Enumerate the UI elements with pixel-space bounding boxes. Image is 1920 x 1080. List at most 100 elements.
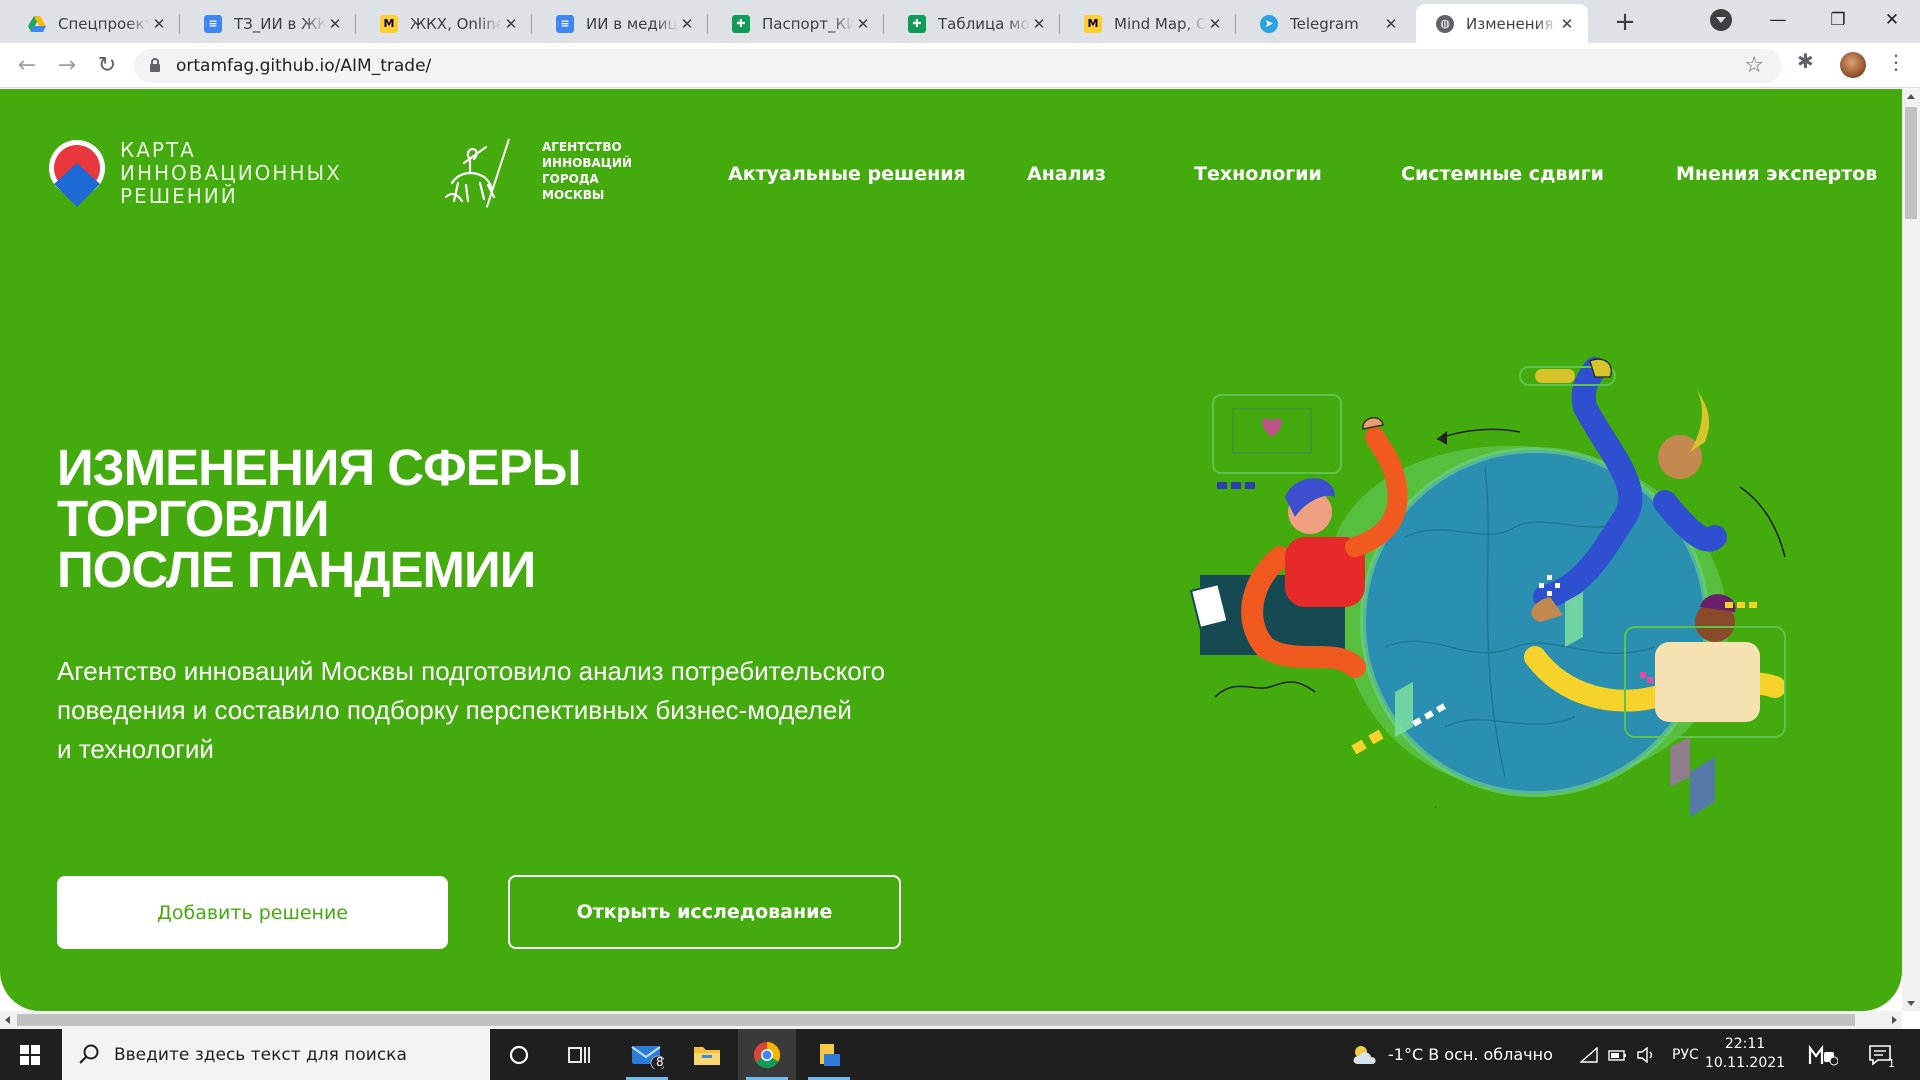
tab-6[interactable]: M Mind Map, On ✕ xyxy=(1064,4,1236,43)
tab-7[interactable]: ➤ Telegram ✕ xyxy=(1240,4,1412,43)
task-view-icon[interactable] xyxy=(550,1029,608,1080)
bookmark-star-icon[interactable]: ☆ xyxy=(1744,53,1764,78)
close-tab-icon[interactable]: ✕ xyxy=(1030,15,1048,33)
tab-title: Mind Map, On xyxy=(1114,14,1206,33)
scroll-up-arrow-icon[interactable] xyxy=(1907,94,1915,99)
agency-line-3: ГОРОДА xyxy=(542,172,599,186)
back-icon[interactable]: ← xyxy=(10,49,44,83)
google-sheets-icon: ✚ xyxy=(732,14,750,33)
hero-illustration xyxy=(1189,357,1786,817)
tab-title: Паспорт_КИР xyxy=(762,14,854,33)
battery-icon[interactable] xyxy=(1608,1029,1628,1080)
clock-date: 10.11.2021 xyxy=(1704,1055,1786,1071)
volume-icon[interactable] xyxy=(1636,1029,1656,1080)
scroll-left-arrow-icon[interactable] xyxy=(5,1016,10,1024)
language-indicator[interactable]: РУС xyxy=(1672,1029,1699,1080)
scroll-down-arrow-icon[interactable] xyxy=(1907,1001,1915,1006)
tab-search-icon[interactable] xyxy=(1710,9,1732,31)
search-placeholder: Введите здесь текст для поиска xyxy=(114,1044,407,1065)
system-clock[interactable]: 22:11 10.11.2021 xyxy=(1700,1035,1790,1073)
hero-title: ИЗМЕНЕНИЯ СФЕРЫ ТОРГОВЛИ ПОСЛЕ ПАНДЕМИИ xyxy=(57,439,582,598)
taskbar-search-box[interactable]: Введите здесь текст для поиска xyxy=(62,1029,490,1080)
nav-system-shifts[interactable]: Системные сдвиги xyxy=(1401,163,1604,185)
close-tab-icon[interactable]: ✕ xyxy=(854,15,872,33)
logo-line-3: РЕШЕНИЙ xyxy=(120,184,238,208)
nav-expert-opinions[interactable]: Мнения экспертов xyxy=(1676,163,1877,185)
tab-strip: Спецпроекты ✕ ≡ ТЗ_ИИ в ЖКХ ✕ M ЖКХ, Onl… xyxy=(0,0,1920,43)
horizontal-scroll-thumb[interactable] xyxy=(17,1014,1855,1026)
lock-icon[interactable] xyxy=(150,58,160,72)
url-text: ortamfag.github.io/AIM_trade/ xyxy=(176,56,432,76)
close-tab-icon[interactable]: ✕ xyxy=(326,15,344,33)
cortana-icon[interactable] xyxy=(490,1029,548,1080)
search-icon xyxy=(79,1044,99,1064)
close-tab-icon[interactable]: ✕ xyxy=(1382,15,1400,33)
add-solution-button[interactable]: Добавить решение xyxy=(57,876,448,949)
tab-5[interactable]: ✚ Таблица мони ✕ xyxy=(888,4,1060,43)
hero-title-line-1: ИЗМЕНЕНИЯ СФЕРЫ xyxy=(57,439,582,496)
windows-taskbar: Введите здесь текст для поиска 8 -1°C В … xyxy=(0,1029,1920,1080)
close-tab-icon[interactable]: ✕ xyxy=(1206,15,1224,33)
nav-current-solutions[interactable]: Актуальные решения xyxy=(728,163,966,185)
logo-line-2: ИННОВАЦИОННЫХ xyxy=(120,161,342,185)
tab-title: Изменения сф xyxy=(1466,14,1558,33)
file-explorer-icon[interactable] xyxy=(678,1029,736,1080)
nav-technologies[interactable]: Технологии xyxy=(1194,163,1322,185)
hero-lead-line-3: и технологий xyxy=(57,734,214,764)
close-window-button[interactable]: ✕ xyxy=(1862,0,1920,40)
horizontal-scrollbar[interactable] xyxy=(0,1011,1902,1029)
vertical-scrollbar[interactable] xyxy=(1902,89,1920,1011)
scroll-right-arrow-icon[interactable] xyxy=(1892,1016,1897,1024)
vertical-scroll-thumb[interactable] xyxy=(1905,107,1917,219)
partly-cloudy-icon xyxy=(1353,1045,1376,1064)
clock-time: 22:11 xyxy=(1724,1036,1766,1052)
open-research-button[interactable]: Открыть исследование xyxy=(508,875,901,949)
mail-app-icon[interactable]: 8 xyxy=(618,1029,676,1080)
extensions-puzzle-icon[interactable]: ✱ xyxy=(1797,49,1814,73)
mail-badge: 8 xyxy=(656,1055,664,1069)
tab-1[interactable]: ≡ ТЗ_ИИ в ЖКХ ✕ xyxy=(184,4,356,43)
weather-widget[interactable]: -1°C В осн. облачно xyxy=(1350,1029,1553,1080)
tab-3[interactable]: ≡ ИИ в медици ✕ xyxy=(536,4,708,43)
windows-logo-icon xyxy=(20,1045,40,1065)
weather-text: -1°C В осн. облачно xyxy=(1388,1045,1553,1064)
new-tab-button[interactable]: + xyxy=(1608,6,1642,40)
hero-title-line-3: ПОСЛЕ ПАНДЕМИИ xyxy=(57,541,536,598)
agency-line-2: ИННОВАЦИЙ xyxy=(542,156,632,170)
chrome-taskbar-icon[interactable] xyxy=(738,1029,796,1080)
tab-title: ИИ в медици xyxy=(586,14,678,33)
globe-icon: ◍ xyxy=(1436,14,1454,33)
tab-title: Таблица мони xyxy=(938,14,1030,33)
start-button[interactable] xyxy=(0,1029,62,1080)
tab-8-active[interactable]: ◍ Изменения сф ✕ xyxy=(1416,4,1588,43)
tab-title: Спецпроекты xyxy=(58,14,150,33)
hero-lead: Агентство инноваций Москвы подготовило а… xyxy=(57,652,997,769)
profile-avatar[interactable] xyxy=(1840,52,1866,78)
tab-title: ТЗ_ИИ в ЖКХ xyxy=(234,14,326,33)
pinned-app-icon[interactable] xyxy=(800,1029,858,1080)
forward-icon[interactable]: → xyxy=(50,49,84,83)
address-bar[interactable]: ortamfag.github.io/AIM_trade/ ☆ xyxy=(134,49,1782,83)
hero-lead-line-2: поведения и составило подборку перспекти… xyxy=(57,695,852,725)
network-icon[interactable] xyxy=(1580,1029,1598,1080)
tab-4[interactable]: ✚ Паспорт_КИР ✕ xyxy=(712,4,884,43)
close-tab-icon[interactable]: ✕ xyxy=(1558,15,1576,33)
tab-0[interactable]: Спецпроекты ✕ xyxy=(8,4,180,43)
map-logo-icon xyxy=(49,140,105,207)
notifications-icon[interactable]: 1 xyxy=(1868,1029,1895,1080)
nav-analysis[interactable]: Анализ xyxy=(1027,163,1106,185)
telegram-icon: ➤ xyxy=(1260,14,1278,33)
restore-button[interactable]: ❐ xyxy=(1808,0,1868,40)
logo-line-1: КАРТА xyxy=(120,138,196,162)
minimize-button[interactable]: — xyxy=(1748,0,1808,40)
meet-now-icon[interactable] xyxy=(1808,1029,1838,1080)
browser-menu-icon[interactable]: ⋮ xyxy=(1886,50,1906,74)
agency-line-4: МОСКВЫ xyxy=(542,188,605,202)
close-tab-icon[interactable]: ✕ xyxy=(678,15,696,33)
close-tab-icon[interactable]: ✕ xyxy=(150,15,168,33)
close-tab-icon[interactable]: ✕ xyxy=(502,15,520,33)
google-drive-icon xyxy=(28,15,46,33)
reload-icon[interactable]: ↻ xyxy=(90,49,124,83)
tab-2[interactable]: M ЖКХ, Online W ✕ xyxy=(360,4,532,43)
hero-title-line-2: ТОРГОВЛИ xyxy=(57,490,329,547)
